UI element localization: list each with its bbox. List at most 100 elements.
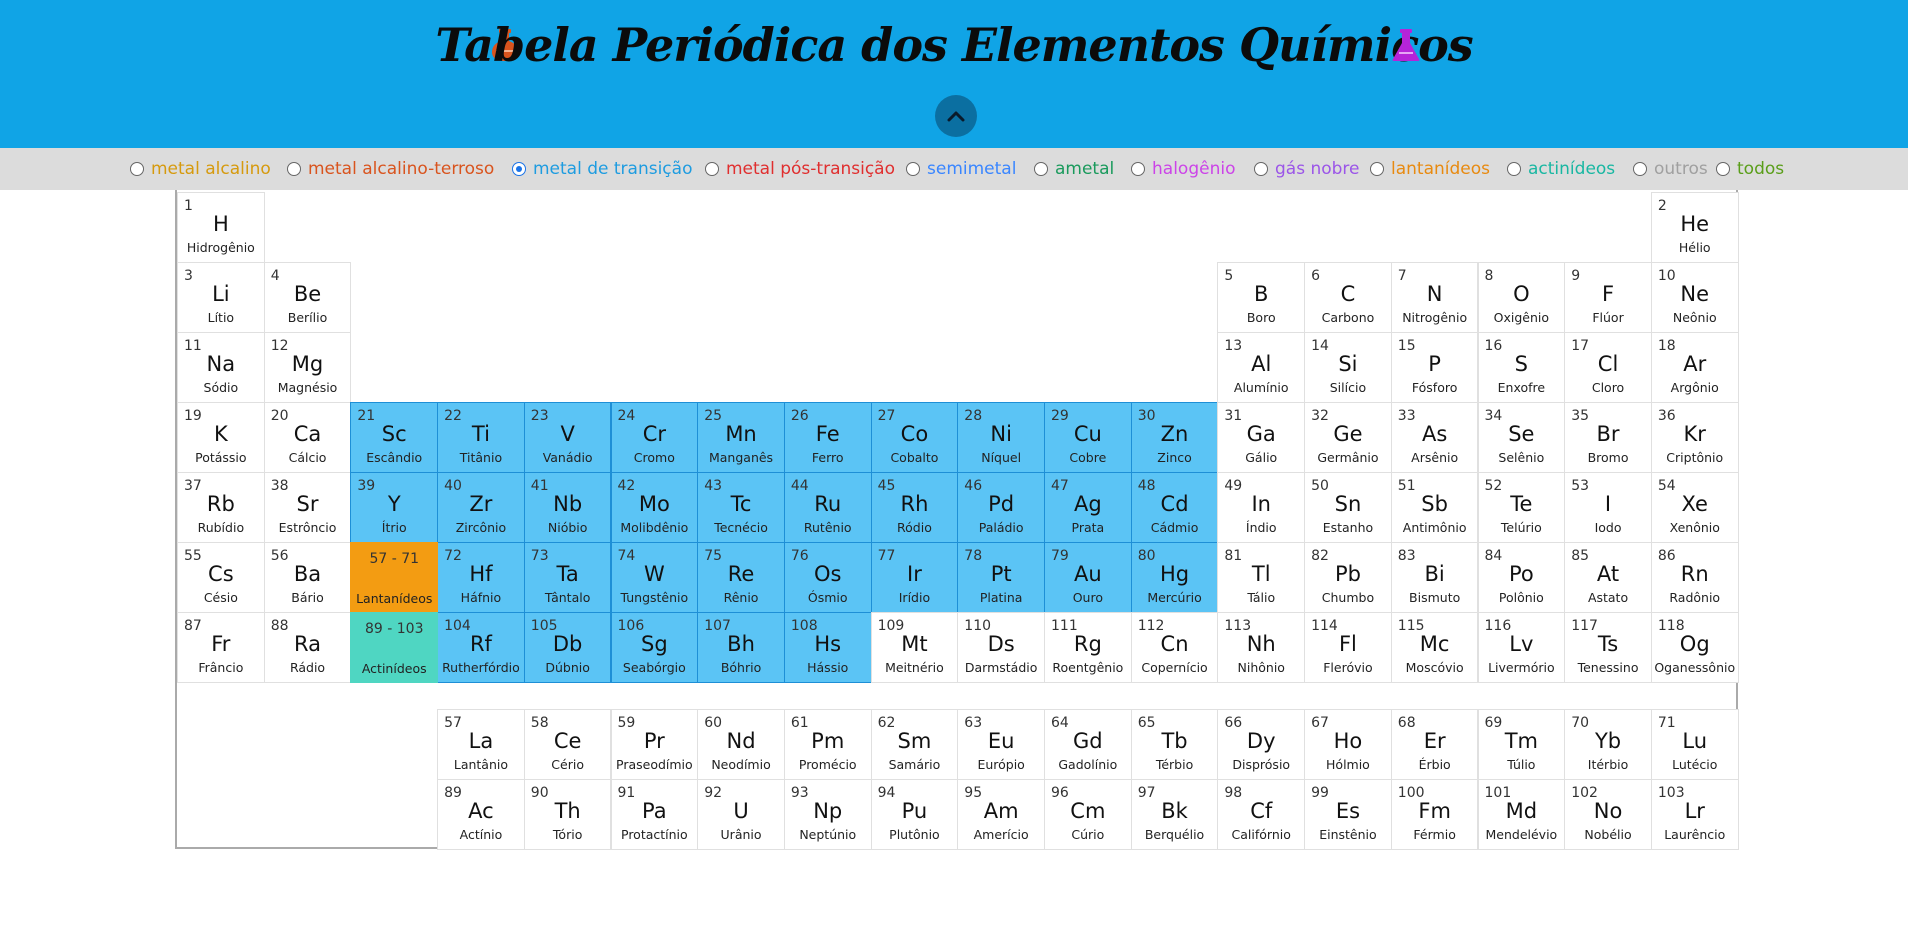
element-cell-o[interactable]: 8 O Oxigênio xyxy=(1477,262,1566,333)
element-cell-pm[interactable]: 61 Pm Promécio xyxy=(783,709,872,780)
filter-gas-nobre[interactable]: gás nobre xyxy=(1254,148,1360,190)
element-cell-ar[interactable]: 18 Ar Argônio xyxy=(1650,332,1739,403)
element-cell-ca[interactable]: 20 Ca Cálcio xyxy=(263,402,352,473)
element-cell-ne[interactable]: 10 Ne Neônio xyxy=(1650,262,1739,333)
lanthanides-placeholder[interactable]: 57 - 71 Lantanídeos xyxy=(350,542,439,613)
element-cell-ho[interactable]: 67 Ho Hólmio xyxy=(1304,709,1392,780)
element-cell-co[interactable]: 27 Co Cobalto xyxy=(870,402,959,473)
filter-metal-de-transicao[interactable]: metal de transição xyxy=(512,148,692,190)
collapse-button[interactable] xyxy=(935,95,977,137)
element-cell-fm[interactable]: 100 Fm Férmio xyxy=(1390,779,1479,850)
element-cell-mg[interactable]: 12 Mg Magnésio xyxy=(263,332,352,403)
element-cell-mo[interactable]: 42 Mo Molibdênio xyxy=(610,472,699,543)
element-cell-rb[interactable]: 37 Rb Rubídio xyxy=(177,472,265,543)
element-cell-pt[interactable]: 78 Pt Platina xyxy=(957,542,1045,613)
element-cell-cd[interactable]: 48 Cd Cádmio xyxy=(1130,472,1219,543)
element-cell-kr[interactable]: 36 Kr Criptônio xyxy=(1650,402,1739,473)
element-cell-hs[interactable]: 108 Hs Hássio xyxy=(783,612,872,683)
radio-button[interactable] xyxy=(287,162,301,176)
element-cell-tl[interactable]: 81 Tl Tálio xyxy=(1217,542,1306,613)
element-cell-n[interactable]: 7 N Nitrogênio xyxy=(1390,262,1479,333)
element-cell-nh[interactable]: 113 Nh Nihônio xyxy=(1217,612,1306,683)
element-cell-y[interactable]: 39 Y Ítrio xyxy=(350,472,439,543)
element-cell-gd[interactable]: 64 Gd Gadolínio xyxy=(1044,709,1132,780)
element-cell-be[interactable]: 4 Be Berílio xyxy=(263,262,352,333)
element-cell-b[interactable]: 5 B Boro xyxy=(1217,262,1306,333)
filter-metal-pos-transicao[interactable]: metal pós-transição xyxy=(705,148,895,190)
element-cell-es[interactable]: 99 Es Einstênio xyxy=(1304,779,1392,850)
filter-ametal[interactable]: ametal xyxy=(1034,148,1114,190)
element-cell-db[interactable]: 105 Db Dúbnio xyxy=(523,612,612,683)
element-cell-er[interactable]: 68 Er Érbio xyxy=(1390,709,1479,780)
element-cell-fe[interactable]: 26 Fe Ferro xyxy=(783,402,872,473)
element-cell-h[interactable]: 1 H Hidrogênio xyxy=(177,192,265,263)
element-cell-cf[interactable]: 98 Cf Califórnio xyxy=(1217,779,1306,850)
element-cell-c[interactable]: 6 C Carbono xyxy=(1304,262,1392,333)
element-cell-na[interactable]: 11 Na Sódio xyxy=(177,332,265,403)
element-cell-rf[interactable]: 104 Rf Rutherfórdio xyxy=(437,612,525,683)
element-cell-au[interactable]: 79 Au Ouro xyxy=(1044,542,1132,613)
element-cell-cs[interactable]: 55 Cs Césio xyxy=(177,542,265,613)
element-cell-cu[interactable]: 29 Cu Cobre xyxy=(1044,402,1132,473)
element-cell-sc[interactable]: 21 Sc Escândio xyxy=(350,402,439,473)
element-cell-v[interactable]: 23 V Vanádio xyxy=(523,402,612,473)
element-cell-re[interactable]: 75 Re Rênio xyxy=(697,542,785,613)
radio-button[interactable] xyxy=(1254,162,1268,176)
element-cell-ba[interactable]: 56 Ba Bário xyxy=(263,542,352,613)
radio-button[interactable] xyxy=(130,162,144,176)
element-cell-lv[interactable]: 116 Lv Livermório xyxy=(1477,612,1566,683)
element-cell-bi[interactable]: 83 Bi Bismuto xyxy=(1390,542,1479,613)
element-cell-cl[interactable]: 17 Cl Cloro xyxy=(1564,332,1652,403)
element-cell-as[interactable]: 33 As Arsênio xyxy=(1390,402,1479,473)
filter-lantanideos[interactable]: lantanídeos xyxy=(1370,148,1490,190)
element-cell-lr[interactable]: 103 Lr Laurêncio xyxy=(1650,779,1739,850)
element-cell-pd[interactable]: 46 Pd Paládio xyxy=(957,472,1045,543)
element-cell-ra[interactable]: 88 Ra Rádio xyxy=(263,612,352,683)
element-cell-mn[interactable]: 25 Mn Manganês xyxy=(697,402,785,473)
element-cell-he[interactable]: 2 He Hélio xyxy=(1650,192,1739,263)
element-cell-po[interactable]: 84 Po Polônio xyxy=(1477,542,1566,613)
element-cell-ru[interactable]: 44 Ru Rutênio xyxy=(783,472,872,543)
element-cell-ts[interactable]: 117 Ts Tenessino xyxy=(1564,612,1652,683)
element-cell-mc[interactable]: 115 Mc Moscóvio xyxy=(1390,612,1479,683)
element-cell-ir[interactable]: 77 Ir Irídio xyxy=(870,542,959,613)
element-cell-i[interactable]: 53 I Iodo xyxy=(1564,472,1652,543)
filter-actinideos[interactable]: actinídeos xyxy=(1507,148,1615,190)
element-cell-pa[interactable]: 91 Pa Protactínio xyxy=(610,779,699,850)
element-cell-hf[interactable]: 72 Hf Háfnio xyxy=(437,542,525,613)
element-cell-s[interactable]: 16 S Enxofre xyxy=(1477,332,1566,403)
element-cell-ag[interactable]: 47 Ag Prata xyxy=(1044,472,1132,543)
element-cell-f[interactable]: 9 F Flúor xyxy=(1564,262,1652,333)
element-cell-fl[interactable]: 114 Fl Fleróvio xyxy=(1304,612,1392,683)
element-cell-al[interactable]: 13 Al Alumínio xyxy=(1217,332,1306,403)
radio-button[interactable] xyxy=(1131,162,1145,176)
element-cell-ni[interactable]: 28 Ni Níquel xyxy=(957,402,1045,473)
element-cell-no[interactable]: 102 No Nobélio xyxy=(1564,779,1652,850)
element-cell-w[interactable]: 74 W Tungstênio xyxy=(610,542,699,613)
element-cell-cm[interactable]: 96 Cm Cúrio xyxy=(1044,779,1132,850)
element-cell-pr[interactable]: 59 Pr Praseodímio xyxy=(610,709,699,780)
element-cell-tb[interactable]: 65 Tb Térbio xyxy=(1130,709,1219,780)
element-cell-rh[interactable]: 45 Rh Ródio xyxy=(870,472,959,543)
element-cell-ds[interactable]: 110 Ds Darmstádio xyxy=(957,612,1045,683)
element-cell-dy[interactable]: 66 Dy Disprósio xyxy=(1217,709,1306,780)
element-cell-pb[interactable]: 82 Pb Chumbo xyxy=(1304,542,1392,613)
filter-metal-alcalino[interactable]: metal alcalino xyxy=(130,148,271,190)
filter-outros[interactable]: outros xyxy=(1633,148,1708,190)
element-cell-ga[interactable]: 31 Ga Gálio xyxy=(1217,402,1306,473)
radio-button[interactable] xyxy=(705,162,719,176)
element-cell-np[interactable]: 93 Np Neptúnio xyxy=(783,779,872,850)
element-cell-sg[interactable]: 106 Sg Seabórgio xyxy=(610,612,699,683)
element-cell-in[interactable]: 49 In Índio xyxy=(1217,472,1306,543)
element-cell-cn[interactable]: 112 Cn Copernício xyxy=(1130,612,1219,683)
filter-halogenio[interactable]: halogênio xyxy=(1131,148,1235,190)
element-cell-rn[interactable]: 86 Rn Radônio xyxy=(1650,542,1739,613)
element-cell-bh[interactable]: 107 Bh Bóhrio xyxy=(697,612,785,683)
element-cell-lu[interactable]: 71 Lu Lutécio xyxy=(1650,709,1739,780)
element-cell-pu[interactable]: 94 Pu Plutônio xyxy=(870,779,959,850)
filter-todos[interactable]: todos xyxy=(1716,148,1784,190)
radio-button[interactable] xyxy=(1633,162,1647,176)
element-cell-u[interactable]: 92 U Urânio xyxy=(697,779,785,850)
element-cell-sm[interactable]: 62 Sm Samário xyxy=(870,709,959,780)
element-cell-li[interactable]: 3 Li Lítio xyxy=(177,262,265,333)
